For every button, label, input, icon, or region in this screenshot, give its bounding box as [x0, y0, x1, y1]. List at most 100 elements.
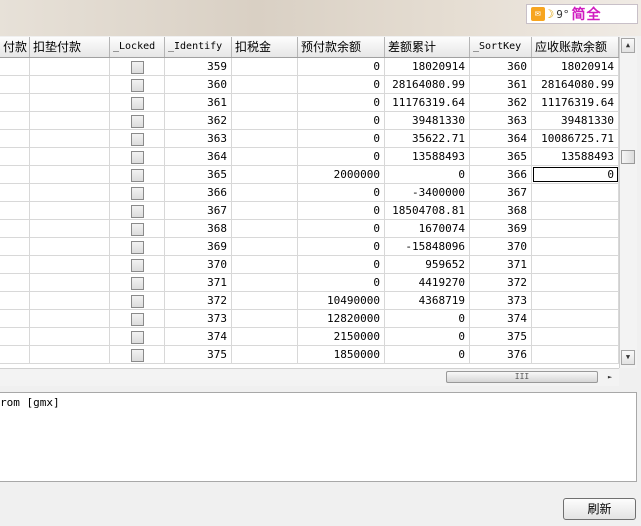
cell-payment[interactable]	[0, 292, 30, 309]
cell-sortkey[interactable]: 367	[470, 184, 532, 201]
table-row[interactable]: 364 0 13588493 365 13588493	[0, 148, 619, 166]
cell-deduct-advance[interactable]	[30, 184, 110, 201]
cell-receivable-balance[interactable]	[532, 184, 619, 201]
cell-receivable-balance[interactable]: 39481330	[532, 112, 619, 129]
table-row[interactable]: 366 0 -3400000 367	[0, 184, 619, 202]
cell-locked[interactable]	[110, 220, 165, 237]
locked-checkbox[interactable]	[130, 313, 144, 326]
cell-prepay-balance[interactable]: 1850000	[298, 346, 385, 363]
cell-identify[interactable]: 362	[165, 112, 232, 129]
cell-diff-cumulative[interactable]: 0	[385, 328, 470, 345]
locked-checkbox[interactable]	[130, 259, 144, 272]
cell-locked[interactable]	[110, 94, 165, 111]
cell-receivable-balance[interactable]	[532, 220, 619, 237]
cell-identify[interactable]: 365	[165, 166, 232, 183]
cell-receivable-balance[interactable]: 0	[532, 166, 619, 183]
cell-tax[interactable]	[232, 328, 298, 345]
cell-payment[interactable]	[0, 328, 30, 345]
cell-tax[interactable]	[232, 58, 298, 75]
cell-prepay-balance[interactable]: 0	[298, 238, 385, 255]
cell-prepay-balance[interactable]: 10490000	[298, 292, 385, 309]
cell-diff-cumulative[interactable]: 13588493	[385, 148, 470, 165]
cell-diff-cumulative[interactable]: 0	[385, 166, 470, 183]
cell-deduct-advance[interactable]	[30, 220, 110, 237]
cell-prepay-balance[interactable]: 0	[298, 94, 385, 111]
locked-checkbox[interactable]	[130, 295, 144, 308]
table-row[interactable]: 369 0 -15848096 370	[0, 238, 619, 256]
cell-receivable-balance[interactable]: 18020914	[532, 58, 619, 75]
cell-diff-cumulative[interactable]: 39481330	[385, 112, 470, 129]
cell-identify[interactable]: 371	[165, 274, 232, 291]
locked-checkbox[interactable]	[130, 241, 144, 254]
cell-tax[interactable]	[232, 202, 298, 219]
cell-locked[interactable]	[110, 292, 165, 309]
cell-receivable-balance[interactable]	[532, 346, 619, 363]
cell-prepay-balance[interactable]: 0	[298, 256, 385, 273]
locked-checkbox[interactable]	[130, 331, 144, 344]
cell-identify[interactable]: 367	[165, 202, 232, 219]
cell-receivable-balance[interactable]	[532, 202, 619, 219]
cell-tax[interactable]	[232, 148, 298, 165]
cell-payment[interactable]	[0, 130, 30, 147]
horizontal-scrollbar[interactable]: III ►	[0, 368, 619, 386]
table-row[interactable]: 370 0 959652 371	[0, 256, 619, 274]
cell-locked[interactable]	[110, 166, 165, 183]
cell-sortkey[interactable]: 370	[470, 238, 532, 255]
cell-tax[interactable]	[232, 184, 298, 201]
cell-deduct-advance[interactable]	[30, 76, 110, 93]
table-row[interactable]: 360 0 28164080.99 361 28164080.99	[0, 76, 619, 94]
cell-diff-cumulative[interactable]: 28164080.99	[385, 76, 470, 93]
locked-checkbox[interactable]	[130, 187, 144, 200]
locked-checkbox[interactable]	[130, 61, 144, 74]
cell-identify[interactable]: 359	[165, 58, 232, 75]
cell-prepay-balance[interactable]: 0	[298, 148, 385, 165]
cell-locked[interactable]	[110, 274, 165, 291]
cell-deduct-advance[interactable]	[30, 346, 110, 363]
ime-logo-icon[interactable]: ✉	[531, 7, 545, 21]
cell-sortkey[interactable]: 363	[470, 112, 532, 129]
cell-receivable-balance[interactable]: 13588493	[532, 148, 619, 165]
cell-tax[interactable]	[232, 292, 298, 309]
cell-sortkey[interactable]: 373	[470, 292, 532, 309]
cell-locked[interactable]	[110, 202, 165, 219]
ime-mode-label[interactable]: 简全	[571, 4, 601, 24]
column-header-locked[interactable]: _Locked	[110, 37, 165, 57]
cell-prepay-balance[interactable]: 0	[298, 58, 385, 75]
cell-deduct-advance[interactable]	[30, 130, 110, 147]
cell-locked[interactable]	[110, 112, 165, 129]
table-row[interactable]: 372 10490000 4368719 373	[0, 292, 619, 310]
column-header-sortkey[interactable]: _SortKey	[470, 37, 532, 57]
cell-locked[interactable]	[110, 238, 165, 255]
locked-checkbox[interactable]	[130, 169, 144, 182]
cell-deduct-advance[interactable]	[30, 166, 110, 183]
cell-diff-cumulative[interactable]: 35622.71	[385, 130, 470, 147]
cell-receivable-balance[interactable]: 28164080.99	[532, 76, 619, 93]
table-row[interactable]: 361 0 11176319.64 362 11176319.64	[0, 94, 619, 112]
cell-deduct-advance[interactable]	[30, 328, 110, 345]
cell-deduct-advance[interactable]	[30, 148, 110, 165]
cell-deduct-advance[interactable]	[30, 274, 110, 291]
column-header-deduct-advance[interactable]: 扣垫付款	[30, 37, 110, 57]
cell-payment[interactable]	[0, 220, 30, 237]
cell-identify[interactable]: 364	[165, 148, 232, 165]
cell-diff-cumulative[interactable]: -15848096	[385, 238, 470, 255]
cell-sortkey[interactable]: 372	[470, 274, 532, 291]
cell-payment[interactable]	[0, 274, 30, 291]
cell-prepay-balance[interactable]: 0	[298, 184, 385, 201]
cell-payment[interactable]	[0, 238, 30, 255]
cell-prepay-balance[interactable]: 0	[298, 274, 385, 291]
cell-payment[interactable]	[0, 94, 30, 111]
cell-receivable-balance[interactable]	[532, 292, 619, 309]
table-row[interactable]: 373 12820000 0 374	[0, 310, 619, 328]
cell-identify[interactable]: 370	[165, 256, 232, 273]
column-header-identify[interactable]: _Identify	[165, 37, 232, 57]
locked-checkbox[interactable]	[130, 133, 144, 146]
scroll-right-arrow-icon[interactable]: ►	[603, 370, 617, 384]
locked-checkbox[interactable]	[130, 349, 144, 362]
cell-prepay-balance[interactable]: 2150000	[298, 328, 385, 345]
cell-identify[interactable]: 368	[165, 220, 232, 237]
table-row[interactable]: 365 2000000 0 366 0	[0, 166, 619, 184]
cell-identify[interactable]: 369	[165, 238, 232, 255]
cell-payment[interactable]	[0, 58, 30, 75]
cell-sortkey[interactable]: 361	[470, 76, 532, 93]
